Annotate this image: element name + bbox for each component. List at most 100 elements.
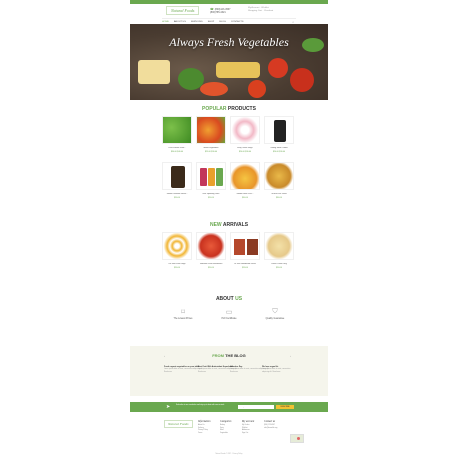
product-name[interactable]: Golden Hass Pine...: [230, 193, 260, 195]
product-name[interactable]: Dr Jack Handmade Pasta: [230, 263, 260, 265]
blog-title-suffix: THE BLOG: [224, 353, 246, 358]
nav-contacts[interactable]: CONTACTS: [231, 21, 244, 23]
header: Natural Foods ☎(800)123-4567 (800)765-43…: [130, 4, 328, 26]
pasta-image: [216, 62, 260, 78]
copyright-text: Natural Foods © 2017 · Privacy Policy: [215, 454, 243, 455]
new-arrivals-title: NEW ARRIVALS: [130, 222, 328, 228]
product-price: $24.00 $30.00: [238, 151, 252, 153]
product-name[interactable]: Mixed Vegetables: [196, 147, 226, 149]
box-image: [234, 239, 245, 255]
product-image[interactable]: [196, 116, 226, 144]
hero-banner[interactable]: Always Fresh Vegetables: [130, 24, 328, 100]
product-price: $28.00: [242, 267, 248, 269]
blog-title: FROM THE BLOG: [130, 353, 328, 358]
can-image: [200, 168, 207, 186]
product-card[interactable]: Gluten Free Pasta $34.00: [264, 162, 294, 208]
product-image[interactable]: [162, 162, 192, 190]
pepper-image: [200, 82, 228, 96]
product-card[interactable]: Penne Pasta Long $24.00: [264, 232, 294, 278]
product-image[interactable]: [230, 116, 260, 144]
feature-lowest-prices: ⌑ The Lowest Prices: [158, 308, 208, 320]
popular-title-prefix: POPULAR: [202, 106, 227, 112]
nav-blog[interactable]: BLOG: [219, 21, 225, 23]
nav-shop[interactable]: SHOP: [208, 21, 215, 23]
nav-about[interactable]: ABOUT US: [174, 21, 186, 23]
feature-label: The Lowest Prices: [173, 318, 193, 320]
post-text: Lorem ipsum dolor sit amet, consectetur …: [262, 369, 291, 373]
footer-link[interactable]: info@demolink.org: [264, 428, 288, 431]
footer-link[interactable]: Terms: [198, 433, 222, 436]
account-links[interactable]: My Account · Wishlist Shopping Cart · Ch…: [248, 7, 273, 13]
certificate-icon: ▭: [225, 309, 233, 316]
footer-logo[interactable]: Natural Foods: [164, 420, 193, 428]
product-card[interactable]: Fat Free Fruit Rings $26.00: [162, 232, 192, 278]
product-name[interactable]: Izze Sparkling Juice: [196, 193, 226, 195]
account-line-1[interactable]: My Account · Wishlist: [248, 7, 269, 9]
product-name[interactable]: Peas Frozen Grow...: [162, 147, 192, 149]
shield-icon: ⛉: [272, 308, 278, 315]
footer-column-title: Categories: [220, 420, 232, 423]
chevron-left-icon[interactable]: ‹: [164, 354, 165, 358]
feature-label: Quality Guarantee: [265, 318, 285, 320]
product-image[interactable]: [162, 232, 192, 260]
product-card[interactable]: Golden Hass Pine... $34.00: [230, 162, 260, 208]
product-name[interactable]: Safina Premium Gourd...: [162, 193, 192, 195]
product-image[interactable]: [230, 232, 260, 260]
cheese-image: [138, 60, 170, 84]
product-price: $24.00: [276, 267, 282, 269]
product-price: $24.00: [208, 197, 214, 199]
product-image[interactable]: [196, 162, 226, 190]
footer-column-categories: Categories Bakery Dairy Meat Vegetables: [220, 420, 244, 435]
phone-line-2: (800)765-4321: [210, 11, 226, 14]
product-image[interactable]: [230, 162, 260, 190]
chevron-right-icon[interactable]: ›: [290, 354, 291, 358]
footer-column-title: Information: [198, 420, 211, 423]
footer-link[interactable]: Sign Out: [242, 433, 266, 436]
footer-map[interactable]: [290, 434, 304, 443]
subscribe-button[interactable]: SUBSCRIBE: [276, 405, 294, 409]
product-card[interactable]: Safina Premium Gourd... $26.00: [162, 162, 192, 208]
logo[interactable]: Natural Foods: [166, 6, 200, 15]
nav-home[interactable]: HOME: [162, 21, 169, 23]
product-price: $34.00 $40.00: [170, 151, 184, 153]
footer: Natural Foods Information About Us Deliv…: [130, 416, 328, 458]
product-card[interactable]: Grilling Steak Coffee $24.00 $30.00: [264, 116, 294, 162]
feature-iso-certificate: ▭ ISO Certificate: [204, 308, 254, 320]
feature-label: ISO Certificate: [221, 318, 237, 320]
product-price: $25.00 $30.00: [204, 151, 218, 153]
product-name[interactable]: Easy Onion Rings: [230, 147, 260, 149]
product-card[interactable]: Valentino Pizza Mozzarella $24.00: [196, 232, 226, 278]
blog-post[interactable]: We love vegan life Lorem ipsum dolor sit…: [262, 366, 296, 374]
product-image[interactable]: [264, 162, 294, 190]
footer-column-my-account: My account My Orders Wishlist Addresses …: [242, 420, 266, 435]
newsletter-email-input[interactable]: [238, 405, 274, 409]
product-image[interactable]: [264, 116, 294, 144]
product-image[interactable]: [264, 232, 294, 260]
product-price: $34.00: [242, 197, 248, 199]
nav-services[interactable]: SERVICES: [191, 21, 203, 23]
product-card[interactable]: Izze Sparkling Juice $24.00: [196, 162, 226, 208]
page: Natural Foods ☎(800)123-4567 (800)765-43…: [130, 0, 328, 458]
can-image: [216, 168, 223, 186]
product-card[interactable]: Dr Jack Handmade Pasta $28.00: [230, 232, 260, 278]
product-name[interactable]: Penne Pasta Long: [264, 263, 294, 265]
bag-image: [171, 166, 185, 188]
product-card[interactable]: Easy Onion Rings $24.00 $30.00: [230, 116, 260, 162]
blog-title-prefix: FROM: [212, 353, 224, 358]
footer-column-title: My account: [242, 420, 255, 423]
product-name[interactable]: Fat Free Fruit Rings: [162, 263, 192, 265]
product-card[interactable]: Mixed Vegetables $25.00 $30.00: [196, 116, 226, 162]
product-card[interactable]: Peas Frozen Grow... $34.00 $40.00: [162, 116, 192, 162]
product-image[interactable]: [196, 232, 226, 260]
product-name[interactable]: Grilling Steak Coffee: [264, 147, 294, 149]
product-price: $24.00 $30.00: [272, 151, 286, 153]
new-arrivals-grid: Fat Free Fruit Rings $26.00 Valentino Pi…: [162, 232, 296, 278]
blog-section: FROM THE BLOG ‹ › Fresh organic vegetabl…: [130, 346, 328, 396]
account-line-2[interactable]: Shopping Cart · Checkout: [248, 10, 273, 12]
can-image: [208, 168, 215, 186]
product-name[interactable]: Valentino Pizza Mozzarella: [196, 263, 226, 265]
footer-link[interactable]: Vegetables: [220, 433, 244, 436]
product-price: $26.00: [174, 197, 180, 199]
product-image[interactable]: [162, 116, 192, 144]
product-name[interactable]: Gluten Free Pasta: [264, 193, 294, 195]
